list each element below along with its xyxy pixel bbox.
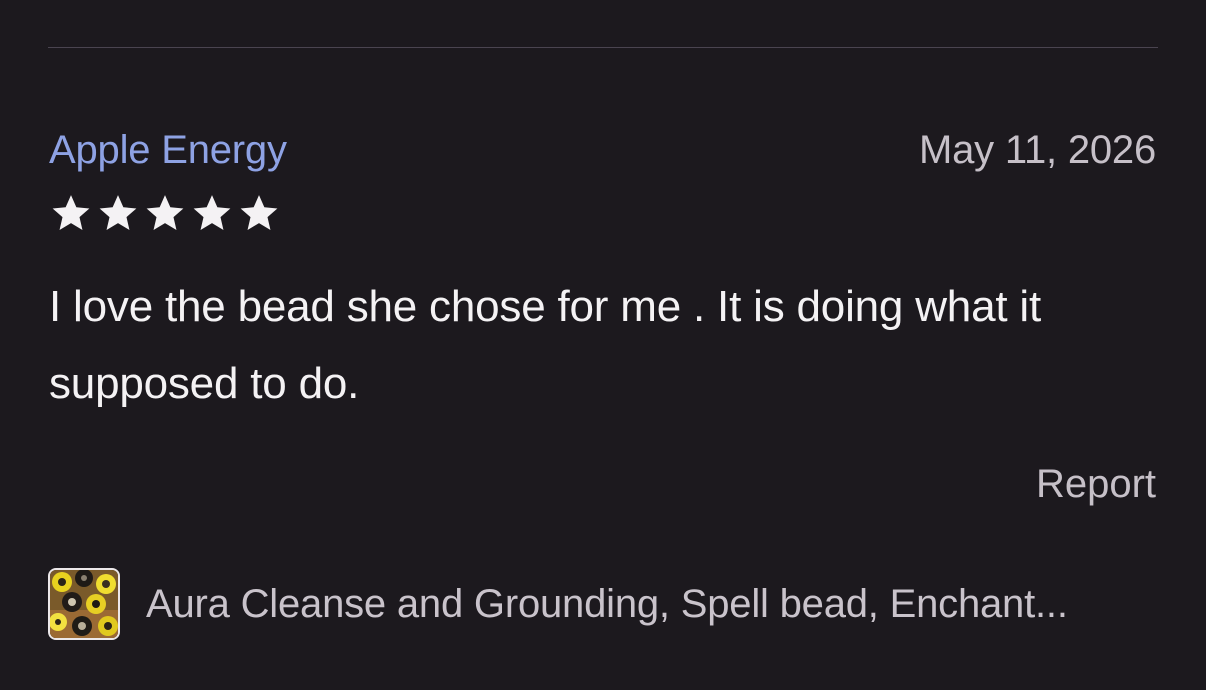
star-icon bbox=[193, 195, 231, 230]
product-thumbnail bbox=[48, 568, 120, 640]
report-button[interactable]: Report bbox=[1036, 460, 1156, 508]
divider bbox=[48, 47, 1158, 48]
product-title: Aura Cleanse and Grounding, Spell bead, … bbox=[146, 582, 1068, 626]
star-rating bbox=[49, 192, 281, 234]
star-icon bbox=[146, 195, 184, 230]
star-icon bbox=[99, 195, 137, 230]
star-icon bbox=[52, 195, 90, 230]
reviewer-name[interactable]: Apple Energy bbox=[49, 126, 287, 174]
product-link[interactable]: Aura Cleanse and Grounding, Spell bead, … bbox=[48, 566, 1158, 642]
review-date: May 11, 2026 bbox=[918, 128, 1156, 172]
review-card: Apple Energy May 11, 2026 I love the bea… bbox=[0, 0, 1206, 690]
star-icon bbox=[240, 195, 278, 230]
review-text: I love the bead she chose for me . It is… bbox=[49, 282, 1041, 408]
